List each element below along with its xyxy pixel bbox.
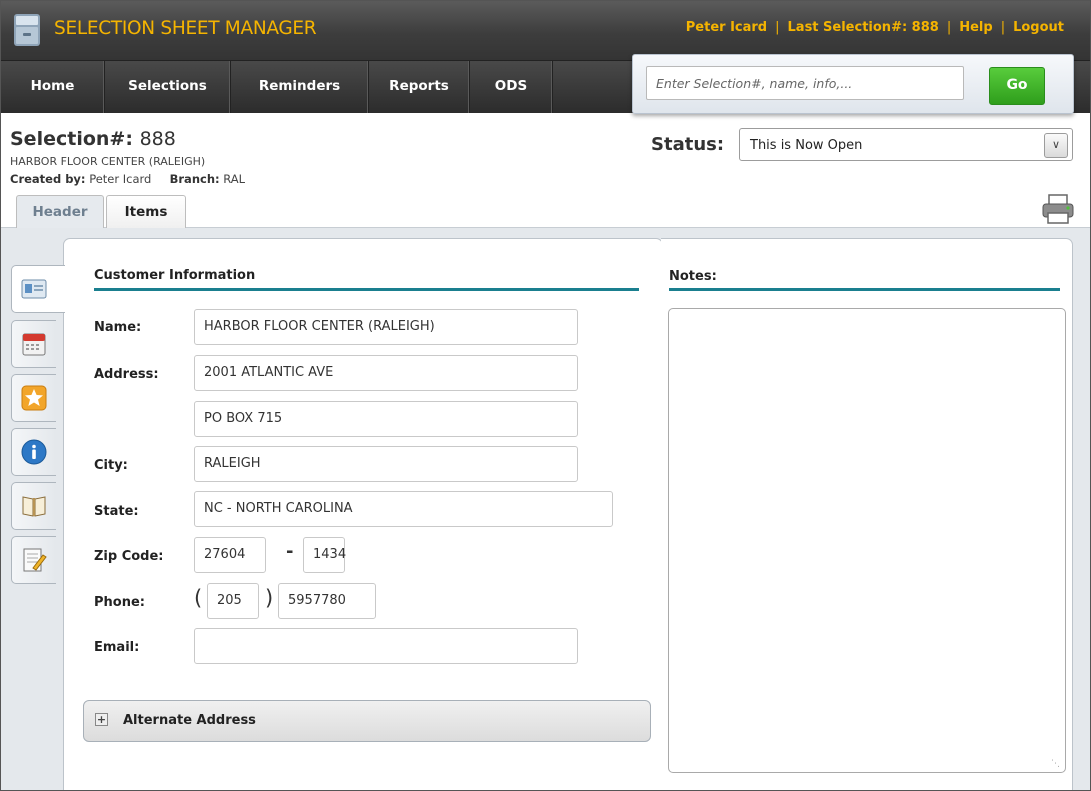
status-select[interactable]: This is Now Open ∨: [739, 128, 1073, 161]
name-label: Name:: [94, 320, 142, 335]
tab-items[interactable]: Items: [106, 195, 186, 228]
phone-number-field[interactable]: 5957780: [278, 583, 376, 619]
city-field[interactable]: RALEIGH: [194, 446, 578, 482]
logout-link[interactable]: Logout: [1013, 20, 1064, 35]
nav-selections[interactable]: Selections: [105, 61, 231, 113]
top-bar: SELECTION SHEET MANAGER Peter Icard | Last…: [1, 1, 1090, 60]
created-by-label: Created by:: [10, 172, 86, 186]
branch-value: RAL: [223, 172, 246, 186]
customer-info-divider: [94, 288, 639, 291]
id-card-icon: [21, 279, 47, 299]
address-line2-field[interactable]: PO BOX 715: [194, 401, 578, 437]
user-name-link[interactable]: Peter Icard: [686, 20, 767, 35]
nav-ods[interactable]: ODS: [470, 61, 553, 113]
nav-home[interactable]: Home: [1, 61, 105, 113]
selection-label: Selection#:: [10, 128, 133, 150]
help-link[interactable]: Help: [959, 20, 992, 35]
phone-label: Phone:: [94, 595, 145, 610]
status-label: Status:: [651, 134, 725, 155]
side-tab-customer[interactable]: [11, 265, 65, 313]
zip-label: Zip Code:: [94, 549, 164, 564]
side-tab-notes[interactable]: [11, 536, 56, 584]
alternate-address-toggle[interactable]: + Alternate Address: [83, 700, 651, 742]
phone-close-paren: ): [265, 586, 274, 610]
email-label: Email:: [94, 640, 140, 655]
calendar-icon: [22, 333, 46, 356]
zip-field[interactable]: 27604: [194, 537, 266, 573]
status-value: This is Now Open: [750, 138, 863, 153]
selection-number: 888: [139, 128, 176, 150]
address-line1-field[interactable]: 2001 ATLANTIC AVE: [194, 355, 578, 391]
branch-label: Branch:: [169, 172, 220, 186]
expand-icon[interactable]: +: [95, 713, 108, 726]
alternate-address-label: Alternate Address: [123, 713, 256, 728]
search-input[interactable]: [646, 66, 964, 100]
user-bar: Peter Icard | Last Selection#: 888 | Help | Lo…: [685, 20, 1064, 35]
address-label: Address:: [94, 367, 159, 382]
state-label: State:: [94, 504, 139, 519]
state-select[interactable]: NC - NORTH CAROLINA: [194, 491, 613, 527]
app-title: SELECTION SHEET MANAGER: [54, 18, 317, 39]
side-tab-info[interactable]: [11, 428, 56, 476]
side-tab-catalog[interactable]: [11, 482, 56, 530]
go-button[interactable]: Go: [989, 67, 1045, 105]
side-tab-calendar[interactable]: [11, 320, 56, 368]
customer-info-title: Customer Information: [94, 268, 256, 283]
notes-title: Notes:: [669, 269, 717, 284]
name-field[interactable]: HARBOR FLOOR CENTER (RALEIGH): [194, 309, 578, 345]
notes-textarea[interactable]: [668, 308, 1066, 773]
created-by-value: Peter Icard: [89, 172, 152, 186]
side-tab-favorites[interactable]: [11, 374, 56, 422]
zip-ext-field[interactable]: 1434: [303, 537, 346, 573]
resize-grip-icon[interactable]: ⋱: [1051, 759, 1086, 787]
info-icon: [21, 439, 47, 465]
selection-meta: Created by: Peter Icard Branch: RAL: [10, 172, 245, 186]
phone-open-paren: (: [194, 586, 203, 610]
company-name: HARBOR FLOOR CENTER (RALEIGH): [10, 155, 206, 168]
email-field[interactable]: [194, 628, 578, 664]
search-panel: Go: [632, 54, 1074, 114]
chevron-down-icon[interactable]: ∨: [1044, 133, 1068, 158]
nav-reports[interactable]: Reports: [369, 61, 470, 113]
zip-separator: -: [286, 541, 294, 562]
page-title: Selection#: 888: [10, 128, 176, 150]
app-window: SELECTION SHEET MANAGER Peter Icard | Last…: [0, 0, 1091, 791]
city-label: City:: [94, 458, 128, 473]
star-icon: [21, 385, 47, 411]
book-icon: [22, 496, 46, 517]
notes-divider: [669, 288, 1060, 291]
tab-header[interactable]: Header: [16, 195, 104, 228]
phone-area-field[interactable]: 205: [207, 583, 259, 619]
last-selection-link[interactable]: Last Selection#: 888: [788, 20, 939, 35]
nav-reminders[interactable]: Reminders: [231, 61, 369, 113]
app-logo-icon: [14, 14, 40, 46]
notepad-icon: [23, 548, 47, 572]
printer-icon[interactable]: [1041, 193, 1075, 225]
